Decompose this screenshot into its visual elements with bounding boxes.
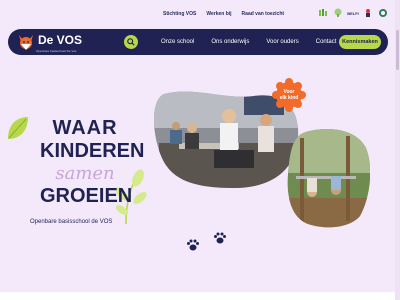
hero-headline: WAAR KINDEREN samen GROEIEN [40, 117, 145, 207]
headline-line-3: samen [55, 163, 115, 184]
globe-badge-icon[interactable] [378, 8, 388, 18]
top-link-raad[interactable]: Raad van toezicht [242, 11, 285, 17]
kennismaken-button[interactable]: Kennismaken [339, 35, 381, 49]
scrollbar[interactable] [395, 0, 400, 300]
person-badge-icon[interactable] [363, 8, 373, 18]
logo[interactable]: De VOS Openbare basisschool De Vos [16, 31, 82, 53]
sticker-line-2: elk kind [279, 95, 299, 101]
main-nav: De VOS Openbare basisschool De Vos Onze … [8, 29, 388, 55]
headline-line-4: GROEIEN [40, 185, 133, 207]
voor-elk-kind-sticker: Voor elk kind [272, 78, 306, 112]
brand-tagline: Openbare basisschool De Vos [36, 49, 77, 53]
headline-line-2: KINDEREN [40, 140, 145, 162]
search-button[interactable] [124, 35, 138, 49]
paw-print-icon [187, 239, 199, 251]
leaf-icon [8, 117, 28, 139]
headline-line-1: WAAR [52, 117, 118, 139]
top-bar: Stichting VOS Werken bij Raad van toezic… [0, 0, 400, 28]
playground-photo [287, 129, 370, 228]
nav-item-ons-onderwijs[interactable]: Ons onderwijs [211, 39, 249, 45]
nav-items: Onze school Ons onderwijs Voor ouders Co… [161, 39, 336, 45]
search-icon [127, 38, 135, 46]
top-link-werken-bij[interactable]: Werken bij [206, 11, 231, 17]
top-link-stichting[interactable]: Stichting VOS [163, 11, 196, 17]
belfi-badge[interactable]: BELFI [347, 8, 359, 18]
tree-badge-icon[interactable] [333, 8, 343, 18]
fox-logo-icon [19, 35, 33, 50]
top-links: Stichting VOS Werken bij Raad van toezic… [163, 11, 284, 17]
nav-item-contact[interactable]: Contact [316, 39, 337, 45]
scrollbar-thumb[interactable] [396, 30, 399, 70]
nav-item-voor-ouders[interactable]: Voor ouders [266, 39, 298, 45]
nav-item-onze-school[interactable]: Onze school [161, 39, 194, 45]
leaf-badge-icon[interactable] [318, 8, 328, 18]
paw-print-icon [214, 232, 226, 244]
brand-name: De VOS [38, 33, 83, 47]
hero-subline: Openbare basisschool de VOS [30, 219, 113, 225]
bottom-strip [0, 292, 395, 300]
partner-badges: BELFI [318, 8, 388, 18]
